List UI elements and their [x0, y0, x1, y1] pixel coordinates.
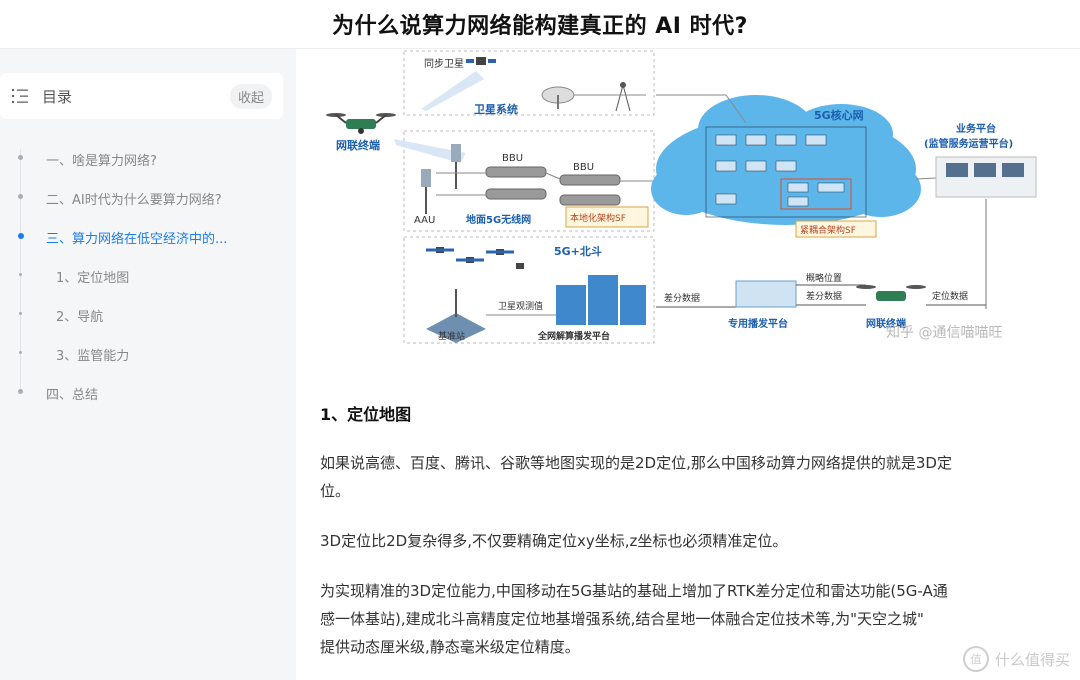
- toc-header: 目录 收起: [0, 73, 283, 119]
- article-title: 为什么说算力网络能构建真正的 AI 时代?: [332, 14, 748, 39]
- toc-collapse-button[interactable]: 收起: [230, 84, 273, 109]
- site-watermark: 值 什么值得买: [962, 646, 1070, 672]
- bbu-box: [485, 166, 547, 178]
- drone-terminal-icon: [326, 113, 396, 134]
- beidou-satellites-icon: [426, 247, 524, 269]
- toc-dot: [18, 194, 23, 199]
- satellite-icon: [476, 57, 486, 65]
- svg-text:全网解算播发平台: 全网解算播发平台: [537, 330, 610, 342]
- svg-text:紧耦合架构SF: 紧耦合架构SF: [800, 224, 856, 236]
- toc-subitem-3[interactable]: 3、监管能力: [19, 345, 130, 364]
- toc-item-2[interactable]: 二、AI时代为什么要算力网络?: [18, 189, 222, 208]
- svg-text:差分数据: 差分数据: [806, 290, 842, 302]
- bbu-box: [559, 174, 621, 186]
- toc-item-label: 三、算力网络在低空经济中的...: [46, 232, 228, 247]
- svg-text:网联终端: 网联终端: [336, 138, 380, 152]
- svg-text:知乎 @通信喵喵旺: 知乎 @通信喵喵旺: [886, 324, 1002, 341]
- site-logo-icon: 值: [962, 646, 989, 672]
- svg-text:基准站: 基准站: [438, 330, 465, 342]
- paragraph-line: 如果说高德、百度、腾讯、谷歌等地图实现的是2D定位,那么中国移动算力网络提供的就…: [320, 454, 952, 472]
- dedicated-platform-icon: [735, 280, 797, 308]
- toc-dot: [19, 273, 22, 276]
- 5g-core-cloud: [651, 95, 921, 225]
- svg-text:定位数据: 定位数据: [932, 290, 968, 302]
- toc-title: 目录: [42, 88, 73, 106]
- drone-terminal-icon-2: [856, 285, 926, 301]
- paragraph-line: 为实现精准的3D定位能力,中国移动在5G基站的基础上增加了RTK差分定位和雷达功…: [320, 582, 948, 600]
- article-content: 同步卫星 卫星系统 网联终端 AAU BBU BBU 地面5G无线网 本地化架构…: [296, 49, 1080, 680]
- toc-sidebar: 目录 收起 一、啥是算力网络? 二、AI时代为什么要算力网络? 三、算力网络在低…: [0, 49, 296, 680]
- paragraph-line: 感一体基站),建成北斗高精度定位地基增强系统,结合星地一体融合定位技术等,为"天…: [320, 610, 924, 628]
- toc-item-1[interactable]: 一、啥是算力网络?: [18, 150, 157, 169]
- svg-text:AAU: AAU: [414, 215, 435, 226]
- paragraph-1: 如果说高德、百度、腾讯、谷歌等地图实现的是2D定位,那么中国移动算力网络提供的就…: [320, 449, 1055, 505]
- svg-text:本地化架构SF: 本地化架构SF: [570, 212, 626, 224]
- svg-text:同步卫星: 同步卫星: [424, 58, 464, 70]
- svg-text:BBU: BBU: [502, 153, 523, 164]
- toc-item-label: 3、监管能力: [56, 349, 130, 364]
- paragraph-line: 位。: [320, 482, 351, 500]
- site-watermark-text: 什么值得买: [994, 650, 1070, 669]
- toc-subitem-2[interactable]: 2、导航: [19, 306, 104, 325]
- toc-item-label: 四、总结: [46, 388, 99, 403]
- svg-text:差分数据: 差分数据: [664, 292, 700, 304]
- toc-dot: [18, 233, 24, 239]
- toc-dot: [19, 351, 22, 354]
- toc-item-label: 一、啥是算力网络?: [46, 154, 157, 169]
- toc-subitem-1[interactable]: 1、定位地图: [19, 267, 130, 286]
- toc-item-3-active[interactable]: 三、算力网络在低空经济中的...: [18, 228, 228, 247]
- toc-dot: [19, 312, 22, 315]
- antenna-tower-icon: [620, 82, 626, 88]
- paragraph-2: 3D定位比2D复杂得多,不仅要精确定位xy坐标,z坐标也必须精准定位。: [320, 532, 788, 550]
- svg-text:专用播发平台: 专用播发平台: [728, 317, 788, 330]
- svg-text:(监管服务运营平台): (监管服务运营平台): [924, 137, 1013, 150]
- list-outline-icon: [12, 89, 28, 103]
- article-header: 为什么说算力网络能构建真正的 AI 时代?: [0, 0, 1080, 49]
- svg-text:业务平台: 业务平台: [956, 122, 996, 135]
- toc-item-4[interactable]: 四、总结: [18, 384, 99, 403]
- server-stack-icon: [556, 275, 646, 325]
- svg-text:5G+北斗: 5G+北斗: [554, 244, 602, 258]
- toc-dot: [18, 389, 23, 394]
- network-diagram-image: 同步卫星 卫星系统 网联终端 AAU BBU BBU 地面5G无线网 本地化架构…: [326, 50, 1037, 344]
- paragraph-line: 提供动态厘米级,静态毫米级定位精度。: [320, 638, 580, 656]
- svg-text:BBU: BBU: [573, 162, 594, 173]
- svg-text:5G核心网: 5G核心网: [814, 108, 864, 122]
- toc-item-label: 二、AI时代为什么要算力网络?: [46, 193, 222, 208]
- toc-dot: [18, 155, 23, 160]
- svg-text:卫星系统: 卫星系统: [474, 102, 518, 116]
- svg-text:概略位置: 概略位置: [806, 272, 842, 284]
- section-heading: 1、定位地图: [320, 405, 412, 424]
- svg-text:卫星观测值: 卫星观测值: [498, 300, 543, 312]
- toc-item-label: 1、定位地图: [56, 271, 130, 286]
- toc-timeline: [20, 149, 21, 394]
- svg-text:地面5G无线网: 地面5G无线网: [466, 213, 531, 226]
- toc-item-label: 2、导航: [56, 310, 104, 325]
- paragraph-3: 为实现精准的3D定位能力,中国移动在5G基站的基础上增加了RTK差分定位和雷达功…: [320, 577, 1055, 661]
